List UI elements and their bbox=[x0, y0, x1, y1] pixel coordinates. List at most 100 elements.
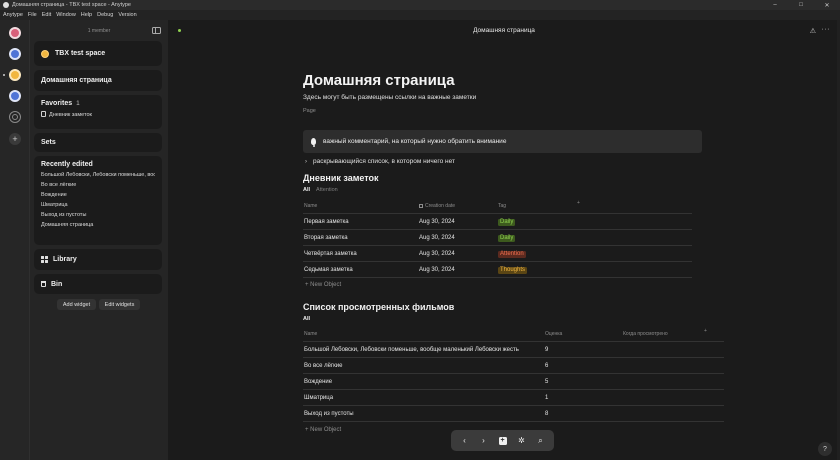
callout-text: важный комментарий, на который нужно обр… bbox=[323, 138, 507, 145]
toggle-block[interactable]: › раскрывающийся список, в котором ничег… bbox=[305, 158, 455, 165]
menu-window[interactable]: Window bbox=[56, 12, 76, 18]
minimize-icon[interactable]: – bbox=[762, 0, 788, 10]
tab-attention[interactable]: Attention bbox=[316, 187, 338, 193]
tag-badge: Daily bbox=[498, 235, 516, 242]
tag-badge: Attention bbox=[498, 251, 526, 258]
table-row[interactable]: Вождение 5 bbox=[303, 374, 724, 390]
space-icon-2[interactable] bbox=[9, 48, 21, 60]
films-table: Name Оценка Когда просмотрено + Большой … bbox=[303, 328, 724, 422]
favorites-count: 1 bbox=[76, 100, 80, 107]
favorites-item-label: Дневник заметок bbox=[49, 112, 92, 118]
new-object-label: New Object bbox=[310, 282, 342, 288]
new-object-button[interactable]: + New Object bbox=[305, 427, 341, 433]
notes-view-tabs: All Attention bbox=[303, 187, 344, 193]
favorites-item[interactable]: Дневник заметок bbox=[41, 111, 155, 118]
space-avatar-icon bbox=[41, 49, 49, 58]
recent-title[interactable]: Recently edited bbox=[41, 161, 93, 168]
page-description[interactable]: Здесь могут быть размещены ссылки на важ… bbox=[303, 94, 476, 101]
column-name[interactable]: Name bbox=[304, 203, 317, 209]
films-set-title[interactable]: Список просмотренных фильмов bbox=[303, 302, 454, 312]
add-column-icon[interactable]: + bbox=[577, 200, 580, 206]
table-row[interactable]: Большой Лебовски, Лебовски поменьше, воо… bbox=[303, 342, 724, 358]
tab-all[interactable]: All bbox=[303, 187, 310, 193]
menu-help[interactable]: Help bbox=[81, 12, 92, 18]
recent-item[interactable]: Большой Лебовски, Лебовски поменьше, воо… bbox=[41, 172, 155, 178]
column-creation-date[interactable]: Creation date bbox=[419, 203, 455, 209]
row-name: Вторая заметка bbox=[304, 235, 348, 241]
recent-item[interactable]: Во все лёгкие bbox=[41, 182, 155, 188]
new-object-button[interactable]: + New Object bbox=[305, 282, 341, 288]
row-name: Седьмая заметка bbox=[304, 267, 353, 273]
row-date: Aug 30, 2024 bbox=[419, 267, 455, 273]
table-row[interactable]: Шматрица 1 bbox=[303, 390, 724, 406]
edit-widgets-button[interactable]: Edit widgets bbox=[99, 299, 140, 310]
hidden-space-icon[interactable] bbox=[9, 111, 21, 123]
document-icon bbox=[41, 111, 46, 117]
column-watched-date[interactable]: Когда просмотрено bbox=[623, 331, 668, 337]
space-icon-3[interactable] bbox=[9, 69, 21, 81]
column-score[interactable]: Оценка bbox=[545, 331, 562, 337]
table-row[interactable]: Четвёртая заметка Aug 30, 2024 Attention bbox=[303, 246, 692, 262]
tab-all[interactable]: All bbox=[303, 316, 310, 322]
space-name: TBX test space bbox=[55, 50, 106, 57]
maximize-icon[interactable]: □ bbox=[788, 0, 814, 10]
add-widget-button[interactable]: Add widget bbox=[57, 299, 96, 310]
new-object-label: New Object bbox=[310, 427, 342, 433]
recent-item[interactable]: Вождение bbox=[41, 192, 155, 198]
table-row[interactable]: Первая заметка Aug 30, 2024 Daily bbox=[303, 214, 692, 230]
recent-item[interactable]: Домашняя страница bbox=[41, 222, 155, 228]
menu-edit[interactable]: Edit bbox=[42, 12, 51, 18]
table-row[interactable]: Выход из пустоты 8 bbox=[303, 406, 724, 422]
callout-block[interactable]: важный комментарий, на который нужно обр… bbox=[303, 130, 702, 153]
add-column-icon[interactable]: + bbox=[704, 328, 707, 334]
favorites-title[interactable]: Favorites bbox=[41, 100, 72, 107]
home-widget[interactable]: Домашняя страница bbox=[34, 70, 162, 91]
notes-set-title[interactable]: Дневник заметок bbox=[303, 173, 379, 183]
table-row[interactable]: Седьмая заметка Aug 30, 2024 Thoughts bbox=[303, 262, 692, 278]
window-title: Домашняя страница - TBX test space - Any… bbox=[12, 2, 131, 8]
row-name: Первая заметка bbox=[304, 219, 349, 225]
close-icon[interactable]: ✕ bbox=[814, 0, 840, 10]
create-object-icon[interactable]: + bbox=[496, 434, 510, 448]
films-view-tabs: All bbox=[303, 316, 316, 322]
graph-icon[interactable]: ✲ bbox=[515, 434, 529, 448]
warning-icon[interactable]: ⚠ bbox=[810, 27, 816, 35]
space-icon-1[interactable] bbox=[9, 27, 21, 39]
row-score: 6 bbox=[545, 363, 549, 369]
menu-file[interactable]: File bbox=[28, 12, 37, 18]
space-widget[interactable]: TBX test space bbox=[34, 41, 162, 66]
row-score: 8 bbox=[545, 411, 549, 417]
help-icon[interactable]: ? bbox=[818, 442, 832, 456]
row-date: Aug 30, 2024 bbox=[419, 235, 455, 241]
space-icon-4[interactable] bbox=[9, 90, 21, 102]
menu-anytype[interactable]: Anytype bbox=[3, 12, 23, 18]
sidebar-toggle-icon[interactable] bbox=[152, 27, 161, 34]
more-options-icon[interactable]: ··· bbox=[822, 26, 831, 33]
menu-debug[interactable]: Debug bbox=[97, 12, 113, 18]
library-widget[interactable]: Library bbox=[34, 249, 162, 270]
editor-area: Домашняя страница ⚠ ··· Домашняя страниц… bbox=[168, 20, 840, 460]
table-row[interactable]: Во все лёгкие 6 bbox=[303, 358, 724, 374]
menu-version[interactable]: Version bbox=[118, 12, 136, 18]
search-icon[interactable]: ⌕ bbox=[534, 434, 548, 448]
page-title[interactable]: Домашняя страница bbox=[303, 72, 455, 89]
bin-widget[interactable]: Bin bbox=[34, 274, 162, 294]
recent-widget: Recently edited Большой Лебовски, Лебовс… bbox=[34, 156, 162, 245]
favorites-widget: Favorites 1 Дневник заметок bbox=[34, 95, 162, 129]
sets-widget[interactable]: Sets bbox=[34, 133, 162, 152]
chevron-right-icon[interactable]: › bbox=[305, 159, 307, 165]
recent-item[interactable]: Шматрица bbox=[41, 202, 155, 208]
back-icon[interactable]: ‹ bbox=[458, 434, 472, 448]
row-name: Выход из пустоты bbox=[304, 411, 354, 417]
row-date: Aug 30, 2024 bbox=[419, 251, 455, 257]
page-type-label[interactable]: Page bbox=[303, 108, 316, 114]
column-tag[interactable]: Tag bbox=[498, 203, 506, 209]
add-space-icon[interactable]: + bbox=[9, 133, 21, 145]
header-title[interactable]: Домашняя страница bbox=[168, 27, 840, 34]
table-row[interactable]: Вторая заметка Aug 30, 2024 Daily bbox=[303, 230, 692, 246]
sets-title: Sets bbox=[41, 139, 56, 146]
table-header: Name Creation date Tag + bbox=[303, 200, 692, 214]
column-name[interactable]: Name bbox=[304, 331, 317, 337]
recent-item[interactable]: Выход из пустоты bbox=[41, 212, 155, 218]
forward-icon[interactable]: › bbox=[477, 434, 491, 448]
